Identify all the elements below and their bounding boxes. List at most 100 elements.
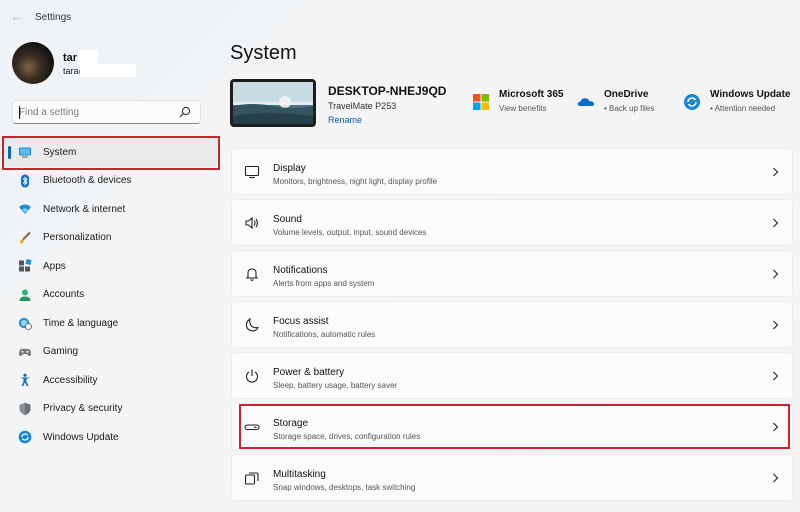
chevron-right-icon bbox=[773, 473, 779, 483]
card-subtitle: Snap windows, desktops, task switching bbox=[273, 483, 416, 492]
multitasking-icon bbox=[244, 472, 259, 485]
sidebar-item-windows-update[interactable]: Windows Update bbox=[4, 423, 218, 452]
search-icon[interactable] bbox=[178, 105, 192, 119]
settings-card-focus-assist[interactable]: Focus assist Notifications, automatic ru… bbox=[231, 301, 793, 348]
sidebar-item-network[interactable]: Network & internet bbox=[4, 195, 218, 224]
sidebar-item-label: Gaming bbox=[43, 346, 79, 358]
quick-link-windows-update[interactable]: Windows Update • Attention needed bbox=[683, 89, 790, 113]
settings-card-storage[interactable]: Storage Storage space, drives, configura… bbox=[231, 403, 793, 450]
storage-icon bbox=[244, 424, 260, 431]
quick-link-subtitle: • Back up files bbox=[604, 104, 655, 113]
sidebar-nav: System Bluetooth & devices Network & int… bbox=[4, 138, 218, 452]
card-subtitle: Alerts from apps and system bbox=[273, 279, 375, 288]
chevron-right-icon bbox=[773, 269, 779, 279]
sidebar-item-accounts[interactable]: Accounts bbox=[4, 281, 218, 310]
sidebar-item-apps[interactable]: Apps bbox=[4, 252, 218, 281]
redaction-block bbox=[80, 64, 136, 77]
chevron-right-icon bbox=[773, 167, 779, 177]
card-subtitle: Notifications, automatic rules bbox=[273, 330, 376, 339]
update-icon bbox=[684, 94, 700, 110]
card-subtitle: Monitors, brightness, night light, displ… bbox=[273, 177, 438, 186]
card-title: Storage bbox=[273, 418, 309, 429]
sidebar-item-label: Time & language bbox=[43, 317, 119, 329]
update-icon bbox=[18, 430, 32, 444]
quick-link-title: OneDrive bbox=[604, 89, 649, 100]
sidebar-item-label: Apps bbox=[43, 260, 66, 272]
sidebar-item-label: Network & internet bbox=[43, 203, 126, 215]
moon-icon bbox=[245, 317, 259, 332]
onedrive-icon bbox=[577, 98, 594, 106]
chevron-right-icon bbox=[773, 422, 779, 432]
settings-card-multitasking[interactable]: Multitasking Snap windows, desktops, tas… bbox=[231, 454, 793, 501]
sidebar-item-label: Accessibility bbox=[43, 374, 98, 386]
accounts-icon bbox=[18, 288, 32, 302]
quick-link-title: Microsoft 365 bbox=[499, 89, 564, 100]
device-name: DESKTOP-NHEJ9QD bbox=[328, 84, 447, 98]
user-name: tar bbox=[63, 52, 78, 64]
quick-link-title: Windows Update bbox=[710, 89, 791, 100]
avatar[interactable] bbox=[12, 42, 54, 84]
card-title: Display bbox=[273, 163, 306, 174]
sidebar-item-privacy-security[interactable]: Privacy & security bbox=[4, 395, 218, 424]
sidebar-item-system[interactable]: System bbox=[4, 138, 218, 167]
settings-window: ← Settings tar tara@gmail.com System Blu… bbox=[0, 0, 800, 512]
sidebar-item-label: Privacy & security bbox=[43, 403, 123, 415]
sidebar-item-label: Personalization bbox=[43, 232, 112, 244]
selection-indicator bbox=[8, 146, 11, 159]
shield-icon bbox=[18, 402, 32, 416]
chevron-right-icon bbox=[773, 218, 779, 228]
wallpaper-image bbox=[233, 82, 313, 124]
bell-icon bbox=[245, 268, 259, 281]
sidebar-item-time-language[interactable]: Time & language bbox=[4, 309, 218, 338]
search-box[interactable] bbox=[12, 100, 201, 124]
sidebar-item-personalization[interactable]: Personalization bbox=[4, 224, 218, 253]
speaker-icon bbox=[245, 216, 258, 230]
sidebar-item-label: Accounts bbox=[43, 289, 85, 301]
quick-link-subtitle: View benefits bbox=[499, 104, 547, 113]
microsoft-logo-icon bbox=[473, 94, 489, 110]
globe-clock-icon bbox=[18, 316, 32, 331]
redaction-block bbox=[78, 50, 98, 64]
card-title: Power & battery bbox=[273, 367, 345, 378]
device-wallpaper-thumbnail bbox=[230, 79, 316, 127]
page-title: System bbox=[230, 42, 297, 64]
display-icon bbox=[244, 165, 260, 179]
card-subtitle: Volume levels, output, input, sound devi… bbox=[273, 228, 427, 237]
wifi-icon bbox=[18, 202, 32, 216]
chevron-right-icon bbox=[773, 320, 779, 330]
card-title: Sound bbox=[273, 214, 302, 225]
text-caret bbox=[19, 106, 20, 119]
quick-link-onedrive[interactable]: OneDrive • Back up files bbox=[577, 89, 654, 113]
card-title: Multitasking bbox=[273, 469, 326, 480]
bluetooth-icon bbox=[18, 174, 32, 188]
chevron-right-icon bbox=[773, 371, 779, 381]
quick-link-microsoft-365[interactable]: Microsoft 365 View benefits bbox=[472, 89, 563, 113]
search-input[interactable] bbox=[19, 104, 179, 120]
sidebar-item-label: Windows Update bbox=[43, 431, 119, 443]
sidebar-item-label: System bbox=[43, 146, 77, 158]
sidebar-item-accessibility[interactable]: Accessibility bbox=[4, 366, 218, 395]
back-button[interactable]: ← bbox=[8, 9, 26, 25]
sidebar-item-gaming[interactable]: Gaming bbox=[4, 338, 218, 367]
device-model: TravelMate P253 bbox=[328, 101, 397, 111]
rename-link[interactable]: Rename bbox=[328, 115, 362, 125]
card-title: Focus assist bbox=[273, 316, 329, 327]
card-title: Notifications bbox=[273, 265, 328, 276]
settings-card-list: Display Monitors, brightness, night ligh… bbox=[231, 148, 793, 505]
accessibility-icon bbox=[18, 373, 32, 387]
apps-icon bbox=[18, 259, 32, 273]
settings-card-display[interactable]: Display Monitors, brightness, night ligh… bbox=[231, 148, 793, 195]
power-icon bbox=[245, 369, 259, 383]
gamepad-icon bbox=[18, 345, 32, 359]
sidebar-item-bluetooth[interactable]: Bluetooth & devices bbox=[4, 167, 218, 196]
sidebar-item-label: Bluetooth & devices bbox=[43, 175, 132, 187]
settings-card-power-battery[interactable]: Power & battery Sleep, battery usage, ba… bbox=[231, 352, 793, 399]
brush-icon bbox=[18, 231, 32, 245]
title-bar: ← Settings bbox=[0, 0, 800, 34]
card-subtitle: Sleep, battery usage, battery saver bbox=[273, 381, 398, 390]
app-title: Settings bbox=[35, 12, 72, 23]
system-icon bbox=[18, 145, 32, 159]
settings-card-notifications[interactable]: Notifications Alerts from apps and syste… bbox=[231, 250, 793, 297]
card-subtitle: Storage space, drives, configuration rul… bbox=[273, 432, 421, 441]
settings-card-sound[interactable]: Sound Volume levels, output, input, soun… bbox=[231, 199, 793, 246]
